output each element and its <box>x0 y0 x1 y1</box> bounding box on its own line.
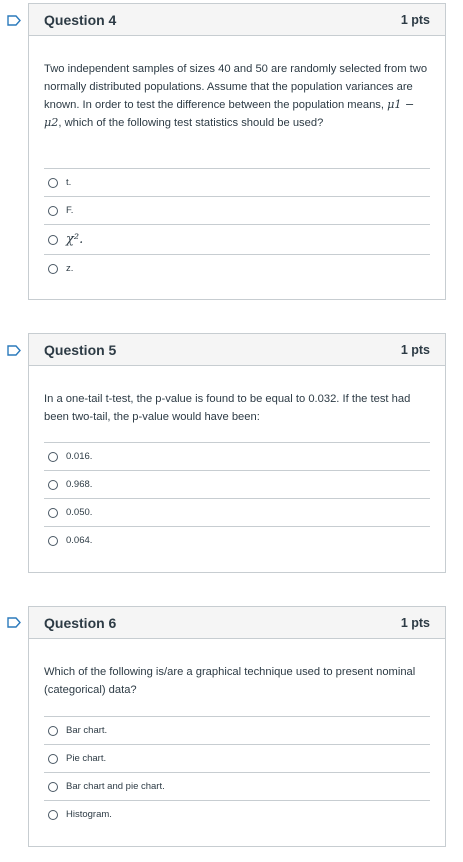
answer-option[interactable]: 0.016. <box>44 442 430 470</box>
answer-option[interactable]: Bar chart. <box>44 716 430 744</box>
radio-button-icon[interactable] <box>48 781 58 792</box>
question-text: Which of the following is/are a graphica… <box>44 666 416 696</box>
question-title: Question 6 <box>44 614 117 631</box>
answer-option[interactable]: Histogram. <box>44 800 430 828</box>
radio-button-icon[interactable] <box>48 263 58 274</box>
question-points: 1 pts <box>400 615 430 630</box>
radio-button-icon[interactable] <box>48 809 58 820</box>
answer-option[interactable]: Bar chart and pie chart. <box>44 772 430 800</box>
question-header: Question 6 1 pts <box>29 607 445 639</box>
radio-button-icon[interactable] <box>48 451 58 462</box>
answer-option[interactable]: t. <box>44 168 430 196</box>
question-points: 1 pts <box>400 342 430 357</box>
answer-option[interactable]: 0.050. <box>44 498 430 526</box>
radio-button-icon[interactable] <box>48 535 58 546</box>
answer-option[interactable]: 0.968. <box>44 470 430 498</box>
question-points: 1 pts <box>400 12 430 27</box>
question-card-6: Question 6 1 pts Which of the following … <box>28 606 446 847</box>
answer-list: Bar chart. Pie chart. Bar chart and pie … <box>44 716 430 828</box>
radio-button-icon[interactable] <box>48 479 58 490</box>
bookmark-flag-icon[interactable] <box>7 15 21 26</box>
question-card-4: Question 4 1 pts Two independent samples… <box>28 3 446 300</box>
radio-button-icon[interactable] <box>48 177 58 188</box>
radio-button-icon[interactable] <box>48 507 58 518</box>
radio-button-icon[interactable] <box>48 205 58 216</box>
question-card-5: Question 5 1 pts In a one-tail t-test, t… <box>28 333 446 573</box>
answer-list: 0.016. 0.968. 0.050. 0.064. <box>44 442 430 554</box>
radio-button-icon[interactable] <box>48 753 58 764</box>
bookmark-flag-icon[interactable] <box>7 617 21 628</box>
question-title: Question 5 <box>44 341 117 358</box>
question-text: In a one-tail t-test, the p-value is fou… <box>44 393 411 423</box>
question-title: Question 4 <box>44 11 117 28</box>
question-header: Question 4 1 pts <box>29 4 445 36</box>
radio-button-icon[interactable] <box>48 725 58 736</box>
answer-list: t. F. χ². z. <box>44 168 430 282</box>
question-header: Question 5 1 pts <box>29 334 445 366</box>
bookmark-flag-icon[interactable] <box>7 345 21 356</box>
answer-option[interactable]: F. <box>44 196 430 224</box>
answer-option[interactable]: Pie chart. <box>44 744 430 772</box>
answer-option[interactable]: z. <box>44 254 430 282</box>
answer-option[interactable]: χ². <box>44 224 430 254</box>
question-text: Two independent samples of sizes 40 and … <box>44 63 428 129</box>
radio-button-icon[interactable] <box>48 234 58 245</box>
answer-option[interactable]: 0.064. <box>44 526 430 554</box>
